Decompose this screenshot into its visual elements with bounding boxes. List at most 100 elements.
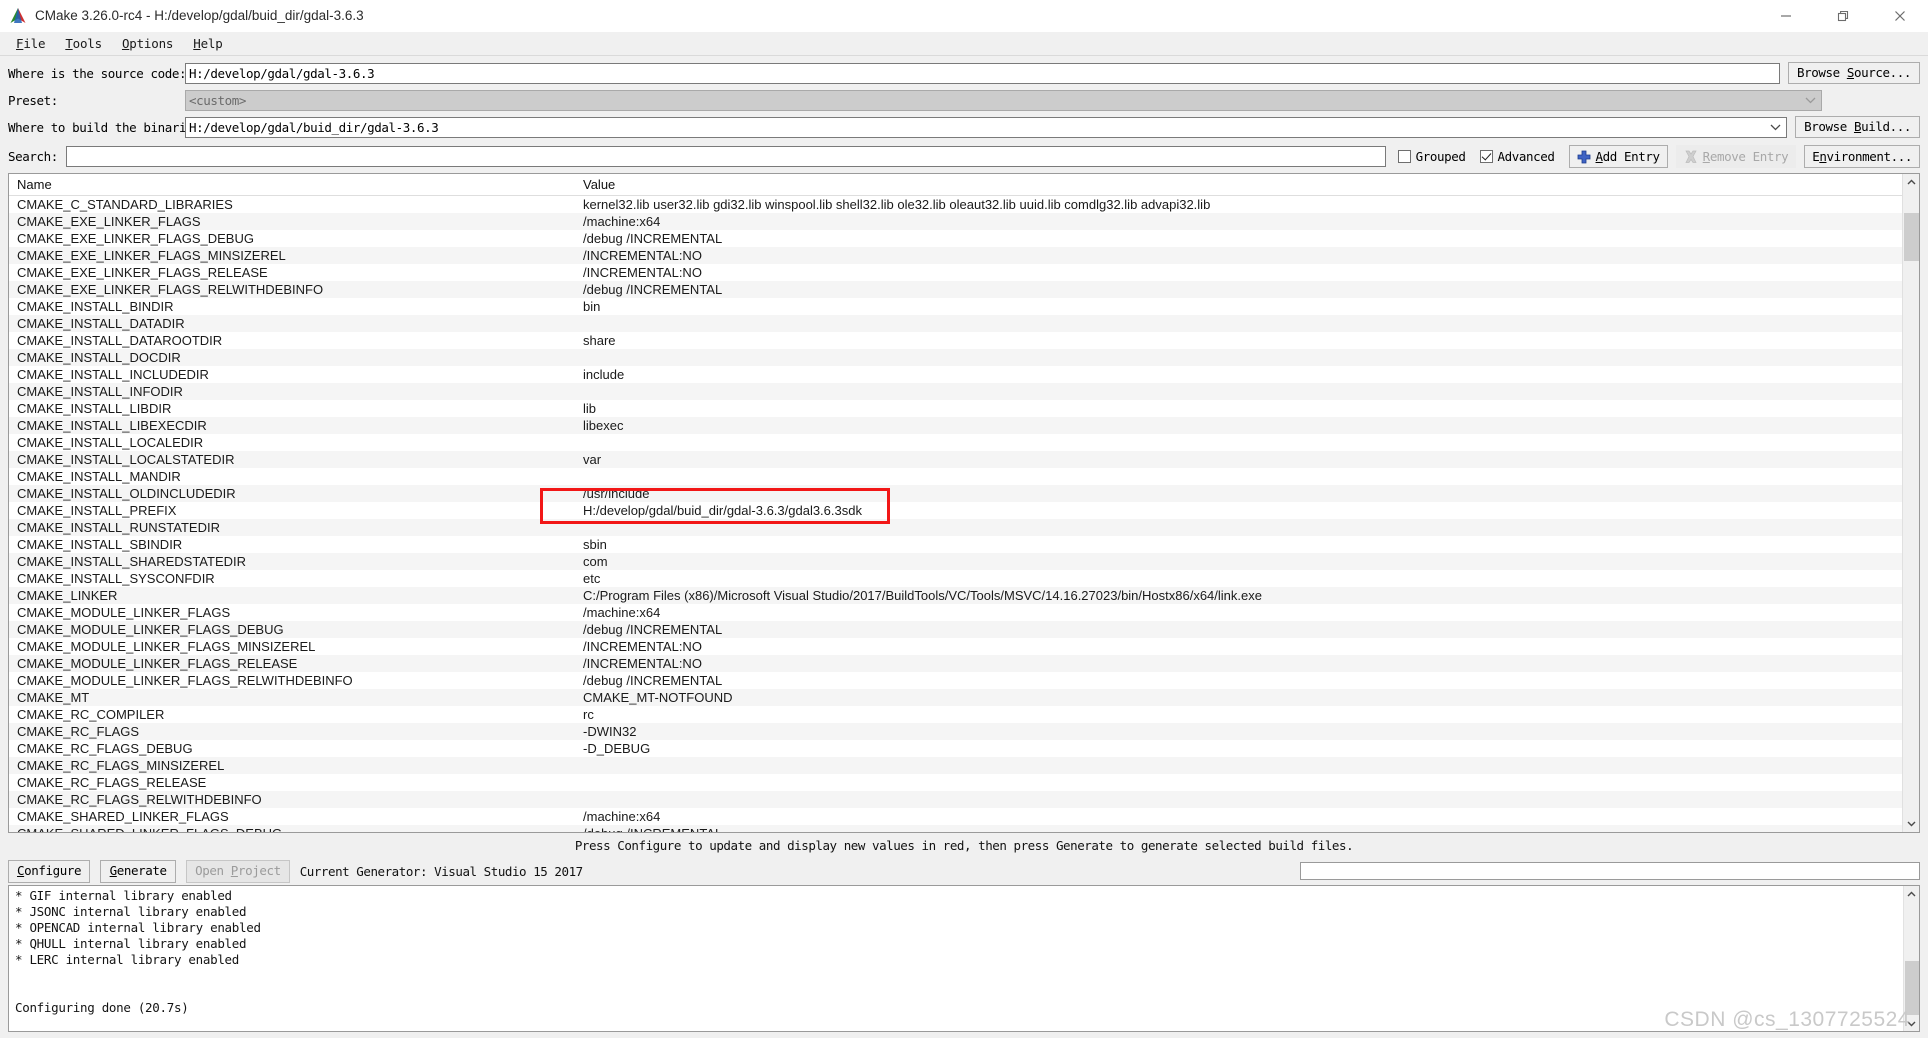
checkbox-box <box>1479 150 1493 163</box>
table-row[interactable]: CMAKE_INSTALL_DATAROOTDIR share <box>9 332 1902 349</box>
cache-entry-value[interactable]: C:/Program Files (x86)/Microsoft Visual … <box>575 587 1902 604</box>
build-input[interactable]: H:/develop/gdal/buid_dir/gdal-3.6.3 <box>185 116 1788 138</box>
table-row[interactable]: CMAKE_RC_FLAGS_RELEASE <box>9 774 1902 791</box>
search-input[interactable] <box>66 146 1386 167</box>
column-header-value[interactable]: Value <box>575 174 1902 195</box>
cache-entry-value[interactable]: /machine:x64 <box>575 604 1902 621</box>
table-row[interactable]: CMAKE_RC_FLAGS -DWIN32 <box>9 723 1902 740</box>
browse-build-button[interactable]: Browse Build... <box>1795 116 1920 138</box>
cache-entry-value[interactable]: /usr/include <box>575 485 1902 502</box>
close-button[interactable] <box>1871 0 1928 32</box>
scroll-up-icon[interactable] <box>1904 886 1920 902</box>
table-row[interactable]: CMAKE_INSTALL_LIBDIR lib <box>9 400 1902 417</box>
table-row[interactable]: CMAKE_SHARED_LINKER_FLAGS_DEBUG/debug /I… <box>9 825 1902 832</box>
cache-entry-value[interactable]: share <box>575 332 1902 349</box>
grouped-checkbox[interactable]: Grouped <box>1397 149 1466 164</box>
table-row[interactable]: CMAKE_EXE_LINKER_FLAGS_RELEASE/INCREMENT… <box>9 264 1902 281</box>
cache-entry-value[interactable]: sbin <box>575 536 1902 553</box>
cache-entry-value[interactable]: include <box>575 366 1902 383</box>
table-row[interactable]: CMAKE_RC_FLAGS_MINSIZEREL <box>9 757 1902 774</box>
table-row[interactable]: CMAKE_INSTALL_RUNSTATEDIR <box>9 519 1902 536</box>
table-row[interactable]: CMAKE_MODULE_LINKER_FLAGS_RELEASE/INCREM… <box>9 655 1902 672</box>
table-row[interactable]: CMAKE_INSTALL_MANDIR <box>9 468 1902 485</box>
table-row[interactable]: CMAKE_LINKER C:/Program Files (x86)/Micro… <box>9 587 1902 604</box>
menu-help[interactable]: Help <box>183 32 232 56</box>
table-row[interactable]: CMAKE_INSTALL_DOCDIR <box>9 349 1902 366</box>
table-row[interactable]: CMAKE_INSTALL_LOCALEDIR <box>9 434 1902 451</box>
cache-entry-value[interactable]: /debug /INCREMENTAL <box>575 230 1902 247</box>
cache-entry-value[interactable]: kernel32.lib user32.lib gdi32.lib winspo… <box>575 196 1902 213</box>
table-row[interactable]: CMAKE_RC_COMPILER rc <box>9 706 1902 723</box>
table-row[interactable]: CMAKE_RC_FLAGS_DEBUG -D_DEBUG <box>9 740 1902 757</box>
cache-entry-value[interactable]: /INCREMENTAL:NO <box>575 247 1902 264</box>
scroll-down-icon[interactable] <box>1903 815 1920 832</box>
maximize-button[interactable] <box>1814 0 1871 32</box>
table-row[interactable]: CMAKE_MODULE_LINKER_FLAGS_DEBUG/debug /I… <box>9 621 1902 638</box>
log-line: * OPENCAD internal library enabled <box>15 920 261 935</box>
scroll-up-icon[interactable] <box>1903 174 1920 191</box>
generate-button[interactable]: Generate <box>100 859 177 883</box>
advanced-checkbox[interactable]: Advanced <box>1479 149 1555 164</box>
cache-entry-value[interactable]: /machine:x64 <box>575 213 1902 230</box>
table-row[interactable]: CMAKE_INSTALL_INCLUDEDIR include <box>9 366 1902 383</box>
table-row[interactable]: CMAKE_INSTALL_PREFIX H:/develop/gdal/buid… <box>9 502 1902 519</box>
cache-entry-value[interactable]: /debug /INCREMENTAL <box>575 281 1902 298</box>
table-row[interactable]: CMAKE_EXE_LINKER_FLAGS_MINSIZEREL/INCREM… <box>9 247 1902 264</box>
cache-entry-value[interactable]: /debug /INCREMENTAL <box>575 672 1902 689</box>
cache-entry-value[interactable]: H:/develop/gdal/buid_dir/gdal-3.6.3/gdal… <box>575 502 1902 519</box>
cache-entry-value[interactable]: /INCREMENTAL:NO <box>575 264 1902 281</box>
table-row[interactable]: CMAKE_EXE_LINKER_FLAGS_RELWITHDEBINFO/de… <box>9 281 1902 298</box>
table-row[interactable]: CMAKE_INSTALL_DATADIR <box>9 315 1902 332</box>
column-header-name[interactable]: Name <box>9 174 575 195</box>
environment-button[interactable]: Environment... <box>1804 145 1920 168</box>
scrollbar-track[interactable] <box>1903 191 1920 815</box>
table-row[interactable]: CMAKE_INSTALL_BINDIR bin <box>9 298 1902 315</box>
source-input[interactable]: H:/develop/gdal/gdal-3.6.3 <box>185 62 1780 84</box>
table-row[interactable]: CMAKE_RC_FLAGS_RELWITHDEBINFO <box>9 791 1902 808</box>
browse-source-button[interactable]: Browse Source... <box>1787 62 1920 84</box>
table-row[interactable]: CMAKE_C_STANDARD_LIBRARIES kernel32.lib u… <box>9 196 1902 213</box>
table-row[interactable]: CMAKE_INSTALL_LOCALSTATEDIR var <box>9 451 1902 468</box>
cache-entry-value[interactable]: -D_DEBUG <box>575 740 1902 757</box>
menu-options[interactable]: Options <box>112 32 183 56</box>
table-row[interactable]: CMAKE_EXE_LINKER_FLAGS_DEBUG/debug /INCR… <box>9 230 1902 247</box>
table-row[interactable]: CMAKE_INSTALL_SYSCONFDIR etc <box>9 570 1902 587</box>
table-row[interactable]: CMAKE_MT CMAKE_MT-NOTFOUND <box>9 689 1902 706</box>
table-row[interactable]: CMAKE_INSTALL_SHAREDSTATEDIR com <box>9 553 1902 570</box>
table-row[interactable]: CMAKE_EXE_LINKER_FLAGS/machine:x64 <box>9 213 1902 230</box>
table-row[interactable]: CMAKE_INSTALL_INFODIR <box>9 383 1902 400</box>
scrollbar-thumb[interactable] <box>1904 961 1919 1015</box>
cache-entry-value[interactable]: etc <box>575 570 1902 587</box>
cache-entry-value[interactable]: /machine:x64 <box>575 808 1902 825</box>
cache-entry-value[interactable]: libexec <box>575 417 1902 434</box>
scrollbar-track[interactable] <box>1904 902 1920 1015</box>
cache-entry-value[interactable]: bin <box>575 298 1902 315</box>
preset-combo[interactable]: <custom> <box>185 89 1822 111</box>
menu-tools[interactable]: Tools <box>55 32 112 56</box>
build-combo[interactable]: H:/develop/gdal/buid_dir/gdal-3.6.3 <box>185 116 1788 138</box>
cache-entry-value[interactable]: com <box>575 553 1902 570</box>
output-log-text[interactable]: * GIF internal library enabled * JSONC in… <box>9 886 1903 1031</box>
table-row[interactable]: CMAKE_SHARED_LINKER_FLAGS/machine:x64 <box>9 808 1902 825</box>
cache-entry-value[interactable]: var <box>575 451 1902 468</box>
table-row[interactable]: CMAKE_MODULE_LINKER_FLAGS/machine:x64 <box>9 604 1902 621</box>
cache-entry-value[interactable]: lib <box>575 400 1902 417</box>
scrollbar-thumb[interactable] <box>1903 213 1919 261</box>
minimize-button[interactable] <box>1757 0 1814 32</box>
table-row[interactable]: CMAKE_INSTALL_OLDINCLUDEDIR/usr/include <box>9 485 1902 502</box>
cache-entry-value[interactable]: CMAKE_MT-NOTFOUND <box>575 689 1902 706</box>
menu-file[interactable]: File <box>6 32 55 56</box>
cache-entry-value[interactable]: rc <box>575 706 1902 723</box>
cache-entry-value[interactable]: -DWIN32 <box>575 723 1902 740</box>
table-row[interactable]: CMAKE_MODULE_LINKER_FLAGS_RELWITHDEBINFO… <box>9 672 1902 689</box>
add-entry-button[interactable]: Add Entry <box>1568 145 1668 168</box>
cache-entry-value[interactable]: /INCREMENTAL:NO <box>575 638 1902 655</box>
table-row[interactable]: CMAKE_MODULE_LINKER_FLAGS_MINSIZEREL/INC… <box>9 638 1902 655</box>
cache-entry-value[interactable]: /debug /INCREMENTAL <box>575 621 1902 638</box>
cache-entry-value[interactable]: /debug /INCREMENTAL <box>575 825 1902 832</box>
configure-button[interactable]: Configure <box>8 859 91 883</box>
table-vertical-scrollbar[interactable] <box>1902 174 1919 832</box>
table-row[interactable]: CMAKE_INSTALL_LIBEXECDIR libexec <box>9 417 1902 434</box>
table-row[interactable]: CMAKE_INSTALL_SBINDIR sbin <box>9 536 1902 553</box>
cache-entry-value[interactable]: /INCREMENTAL:NO <box>575 655 1902 672</box>
